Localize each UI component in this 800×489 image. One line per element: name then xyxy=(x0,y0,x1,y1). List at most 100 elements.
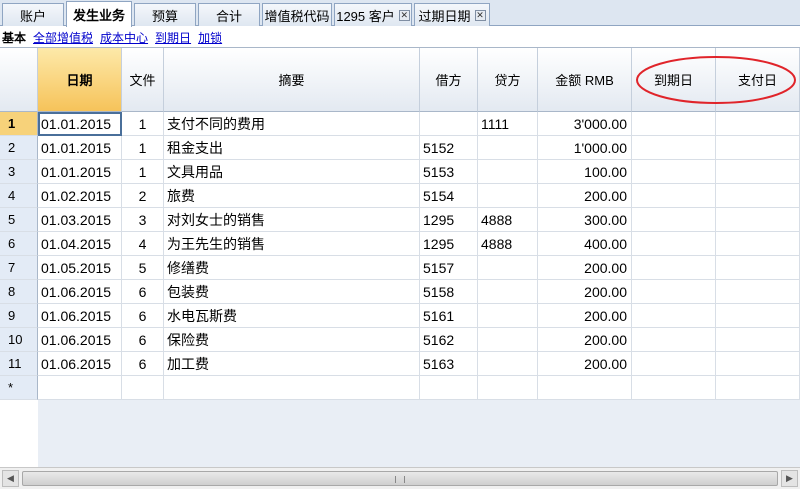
table-cell-credit[interactable]: 1111 xyxy=(478,112,538,136)
table-cell-paid[interactable] xyxy=(716,160,800,184)
table-cell-debit[interactable]: 1295 xyxy=(420,208,478,232)
table-cell-desc[interactable]: 支付不同的费用 xyxy=(164,112,420,136)
table-cell-credit[interactable] xyxy=(478,136,538,160)
table-cell-amount[interactable]: 400.00 xyxy=(538,232,632,256)
table-cell-date[interactable]: 01.03.2015 xyxy=(38,208,122,232)
table-cell-paid[interactable] xyxy=(716,256,800,280)
tab-budget[interactable]: 预算 xyxy=(134,3,196,26)
table-cell-date[interactable]: 01.06.2015 xyxy=(38,328,122,352)
row-number[interactable]: 7 xyxy=(0,256,38,280)
row-number[interactable]: 5 xyxy=(0,208,38,232)
tab-vat-codes[interactable]: 增值税代码 xyxy=(262,3,332,26)
table-cell-due[interactable] xyxy=(632,328,716,352)
column-header-credit[interactable]: 贷方 xyxy=(478,48,538,112)
table-cell-debit[interactable]: 5158 xyxy=(420,280,478,304)
table-cell-doc[interactable]: 6 xyxy=(122,280,164,304)
table-cell-credit[interactable] xyxy=(478,304,538,328)
table-cell-due[interactable] xyxy=(632,232,716,256)
table-cell-date[interactable] xyxy=(38,376,122,400)
table-cell-credit[interactable] xyxy=(478,256,538,280)
table-cell-amount[interactable]: 200.00 xyxy=(538,184,632,208)
table-cell-debit[interactable] xyxy=(420,376,478,400)
table-cell-due[interactable] xyxy=(632,160,716,184)
table-cell-amount[interactable]: 100.00 xyxy=(538,160,632,184)
row-number[interactable]: * xyxy=(0,376,38,400)
table-cell-due[interactable] xyxy=(632,376,716,400)
table-cell-amount[interactable]: 300.00 xyxy=(538,208,632,232)
table-cell-doc[interactable]: 5 xyxy=(122,256,164,280)
table-cell-date[interactable]: 01.06.2015 xyxy=(38,304,122,328)
table-cell-desc[interactable]: 加工费 xyxy=(164,352,420,376)
table-cell-desc[interactable]: 保险费 xyxy=(164,328,420,352)
table-cell-due[interactable] xyxy=(632,352,716,376)
table-cell-amount[interactable]: 200.00 xyxy=(538,328,632,352)
row-number[interactable]: 8 xyxy=(0,280,38,304)
table-cell-amount[interactable] xyxy=(538,376,632,400)
table-cell-desc[interactable]: 修缮费 xyxy=(164,256,420,280)
table-cell-paid[interactable] xyxy=(716,376,800,400)
column-header-date[interactable]: 日期 xyxy=(38,48,122,112)
tab-overdue[interactable]: 过期日期 ✕ xyxy=(414,3,490,26)
table-cell-due[interactable] xyxy=(632,304,716,328)
table-cell-debit[interactable] xyxy=(420,112,478,136)
table-cell-debit[interactable]: 5161 xyxy=(420,304,478,328)
scroll-thumb[interactable] xyxy=(22,471,778,486)
table-cell-debit[interactable]: 5162 xyxy=(420,328,478,352)
column-header-debit[interactable]: 借方 xyxy=(420,48,478,112)
row-number[interactable]: 3 xyxy=(0,160,38,184)
table-cell-date[interactable]: 01.06.2015 xyxy=(38,352,122,376)
table-cell-paid[interactable] xyxy=(716,112,800,136)
table-cell-doc[interactable]: 3 xyxy=(122,208,164,232)
table-cell-date[interactable]: 01.05.2015 xyxy=(38,256,122,280)
column-header-amount[interactable]: 金额 RMB xyxy=(538,48,632,112)
table-cell-credit[interactable] xyxy=(478,376,538,400)
table-cell-due[interactable] xyxy=(632,256,716,280)
table-cell-desc[interactable]: 水电瓦斯费 xyxy=(164,304,420,328)
row-number[interactable]: 4 xyxy=(0,184,38,208)
table-cell-date[interactable]: 01.01.2015 xyxy=(38,136,122,160)
table-cell-due[interactable] xyxy=(632,280,716,304)
table-cell-debit[interactable]: 5152 xyxy=(420,136,478,160)
table-cell-amount[interactable]: 200.00 xyxy=(538,256,632,280)
table-cell-paid[interactable] xyxy=(716,280,800,304)
table-cell-desc[interactable]: 对刘女士的销售 xyxy=(164,208,420,232)
table-cell-credit[interactable]: 4888 xyxy=(478,232,538,256)
horizontal-scrollbar[interactable]: ◀ ▶ xyxy=(0,467,800,489)
tab-totals[interactable]: 合计 xyxy=(198,3,260,26)
close-icon[interactable]: ✕ xyxy=(398,9,410,21)
table-cell-due[interactable] xyxy=(632,208,716,232)
table-cell-date[interactable]: 01.04.2015 xyxy=(38,232,122,256)
table-cell-desc[interactable]: 租金支出 xyxy=(164,136,420,160)
table-cell-doc[interactable]: 4 xyxy=(122,232,164,256)
view-link-cost-center[interactable]: 成本中心 xyxy=(100,29,148,46)
scroll-left-button[interactable]: ◀ xyxy=(2,470,19,487)
table-cell-doc[interactable]: 6 xyxy=(122,352,164,376)
tab-accounts[interactable]: 账户 xyxy=(2,3,64,26)
view-link-all-vat[interactable]: 全部增值税 xyxy=(33,29,93,46)
table-cell-amount[interactable]: 200.00 xyxy=(538,304,632,328)
table-cell-date[interactable]: 01.02.2015 xyxy=(38,184,122,208)
row-number[interactable]: 6 xyxy=(0,232,38,256)
table-cell-desc[interactable] xyxy=(164,376,420,400)
table-cell-date[interactable]: 01.06.2015 xyxy=(38,280,122,304)
table-cell-due[interactable] xyxy=(632,184,716,208)
scroll-right-button[interactable]: ▶ xyxy=(781,470,798,487)
table-cell-debit[interactable]: 5157 xyxy=(420,256,478,280)
table-cell-paid[interactable] xyxy=(716,328,800,352)
table-cell-due[interactable] xyxy=(632,136,716,160)
table-cell-date[interactable]: 01.01.2015 xyxy=(38,112,122,136)
table-cell-credit[interactable] xyxy=(478,352,538,376)
table-cell-paid[interactable] xyxy=(716,232,800,256)
tab-customer-1295[interactable]: 1295 客户 ✕ xyxy=(334,3,412,26)
table-cell-desc[interactable]: 旅费 xyxy=(164,184,420,208)
table-cell-due[interactable] xyxy=(632,112,716,136)
table-cell-doc[interactable]: 1 xyxy=(122,136,164,160)
table-cell-credit[interactable] xyxy=(478,160,538,184)
column-header-doc[interactable]: 文件 xyxy=(122,48,164,112)
table-cell-credit[interactable]: 4888 xyxy=(478,208,538,232)
table-cell-desc[interactable]: 包装费 xyxy=(164,280,420,304)
table-cell-desc[interactable]: 为王先生的销售 xyxy=(164,232,420,256)
table-cell-debit[interactable]: 5154 xyxy=(420,184,478,208)
table-cell-paid[interactable] xyxy=(716,352,800,376)
table-cell-amount[interactable]: 200.00 xyxy=(538,280,632,304)
